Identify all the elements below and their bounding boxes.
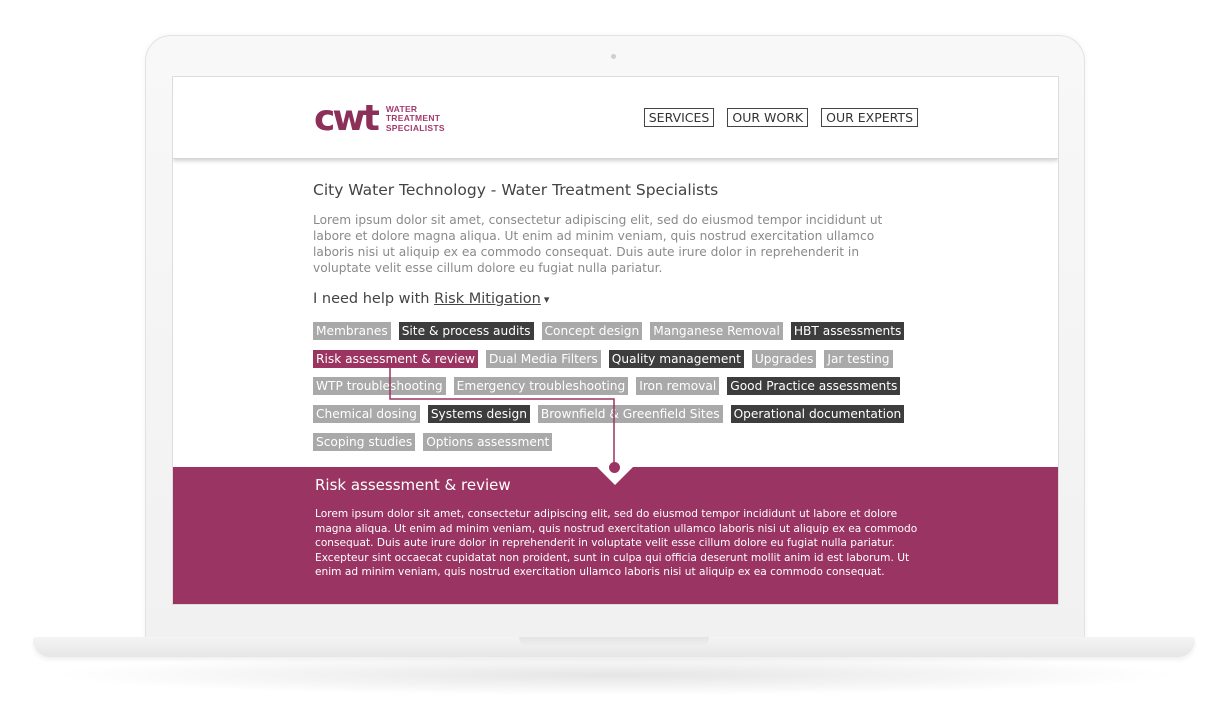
logo-wordmark: WATER TREATMENT SPECIALISTS: [385, 104, 445, 134]
tag-row: Scoping studies Options assessment: [313, 432, 923, 451]
tag-row: Risk assessment & review Dual Media Filte…: [313, 349, 923, 368]
help-prefix: I need help with: [313, 291, 430, 307]
page-title: City Water Technology - Water Treatment …: [313, 181, 719, 199]
service-tag[interactable]: Iron removal: [636, 377, 720, 396]
tag-row: Membranes Site & process audits Concept de…: [313, 322, 923, 340]
service-tag[interactable]: Membranes: [313, 322, 391, 340]
service-tag[interactable]: Site & process audits: [398, 322, 534, 340]
tag-row: Chemical dosing Systems design Brownfield …: [313, 405, 923, 424]
main-nav: SERVICES OUR WORK OUR EXPERTS: [643, 108, 918, 127]
laptop-shadow: [60, 655, 1170, 695]
chevron-down-icon[interactable]: ▾: [544, 293, 550, 306]
tag-row: WTP troubleshooting Emergency troubleshoo…: [313, 377, 923, 396]
service-tag[interactable]: Scoping studies: [313, 432, 416, 451]
service-tag[interactable]: Operational documentation: [730, 405, 905, 424]
intro-paragraph: Lorem ipsum dolor sit amet, consectetur …: [313, 213, 883, 275]
help-selector: I need help with Risk Mitigation ▾: [313, 291, 549, 307]
laptop-screen: cwt WATER TREATMENT SPECIALISTS SERVICES…: [172, 76, 1059, 605]
service-tag[interactable]: Systems design: [427, 405, 530, 424]
service-tag[interactable]: Risk assessment & review: [313, 349, 478, 368]
service-tag[interactable]: Dual Media Filters: [485, 349, 601, 368]
logo-line: SPECIALISTS: [385, 122, 445, 133]
panel-body: Lorem ipsum dolor sit amet, consectetur …: [315, 508, 918, 579]
service-tag[interactable]: Quality management: [608, 349, 744, 368]
panel-title: Risk assessment & review: [315, 476, 511, 494]
connector-dot: [609, 462, 620, 473]
nav-our-experts[interactable]: OUR EXPERTS: [821, 108, 918, 127]
nav-services[interactable]: SERVICES: [643, 108, 715, 127]
camera-icon: [611, 54, 616, 59]
service-tag[interactable]: Jar testing: [824, 349, 893, 368]
nav-our-work[interactable]: OUR WORK: [727, 108, 809, 127]
service-tag[interactable]: Upgrades: [751, 349, 817, 368]
service-tag[interactable]: Concept design: [541, 322, 643, 340]
service-tag[interactable]: Emergency troubleshooting: [453, 377, 629, 396]
site-header: cwt WATER TREATMENT SPECIALISTS SERVICES…: [173, 77, 1058, 159]
logo-mark: cwt: [314, 98, 380, 139]
laptop-base-notch: [519, 637, 709, 647]
service-tag[interactable]: Manganese Removal: [650, 322, 783, 340]
service-tag[interactable]: Chemical dosing: [313, 405, 420, 424]
help-topic-dropdown[interactable]: Risk Mitigation: [434, 291, 541, 307]
logo[interactable]: cwt WATER TREATMENT SPECIALISTS: [314, 99, 445, 139]
service-tag[interactable]: WTP troubleshooting: [313, 377, 446, 396]
service-tag[interactable]: Options assessment: [423, 432, 553, 451]
service-tags: Membranes Site & process audits Concept de…: [313, 322, 923, 460]
service-tag[interactable]: Brownfield & Greenfield Sites: [537, 405, 723, 424]
service-tag[interactable]: HBT assessments: [790, 322, 905, 340]
service-tag[interactable]: Good Practice assessments: [727, 377, 901, 396]
